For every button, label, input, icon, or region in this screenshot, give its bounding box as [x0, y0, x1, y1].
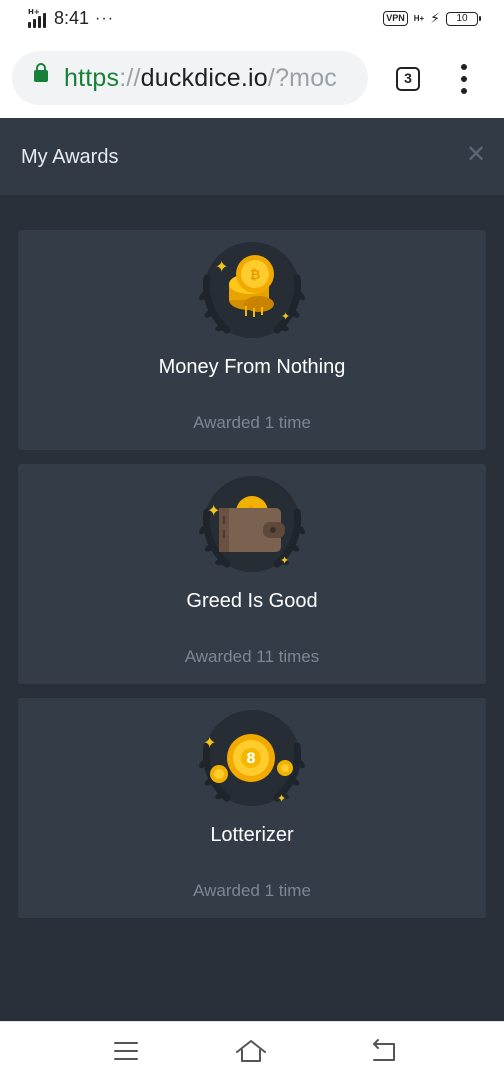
gold-coins-icon: ₿ ✦ ✦ [199, 242, 305, 338]
award-count: Awarded 1 time [193, 413, 311, 432]
svg-text:✦: ✦ [277, 792, 286, 805]
modal-header: My Awards ✕ [0, 118, 504, 195]
svg-text:✦: ✦ [203, 733, 216, 752]
award-count: Awarded 1 time [193, 881, 311, 900]
system-nav-bar [0, 1021, 504, 1080]
svg-text:✦: ✦ [280, 554, 289, 567]
battery-icon: 10 [446, 11, 481, 26]
svg-text:✦: ✦ [207, 501, 220, 520]
award-card: ₿ ✦ ✦ Money From Nothing Awarded 1 time [18, 230, 486, 450]
more-notifications-icon: ··· [95, 9, 115, 27]
svg-text:✦: ✦ [281, 310, 290, 323]
network-type-icon: H+ [413, 13, 425, 23]
bitcoin-wallet-icon: ₿ ✦ ✦ [199, 476, 305, 572]
close-icon[interactable]: ✕ [466, 143, 486, 167]
modal-title: My Awards [21, 146, 119, 168]
browser-toolbar: https://duckdice.io/?moc 3 [0, 40, 504, 118]
svg-text:✦: ✦ [215, 257, 228, 276]
clock: 8:41 [54, 8, 90, 28]
svg-text:₿: ₿ [250, 268, 261, 283]
overflow-menu-icon[interactable] [454, 64, 474, 94]
lock-icon [34, 63, 48, 82]
tab-switcher-button[interactable]: 3 [396, 67, 420, 91]
awards-modal: My Awards ✕ ₿ ✦ ✦ Money From Nothing Awa… [0, 118, 504, 1021]
menu-icon[interactable] [109, 1036, 143, 1066]
back-icon[interactable] [366, 1036, 400, 1066]
award-title: Money From Nothing [158, 356, 346, 378]
home-icon[interactable] [234, 1036, 268, 1066]
award-title: Greed Is Good [186, 590, 318, 612]
vpn-icon: VPN [383, 11, 408, 26]
svg-text:8: 8 [246, 751, 256, 767]
award-count: Awarded 11 times [184, 647, 320, 666]
signal-icon: H+ [28, 8, 48, 28]
url-text[interactable]: https://duckdice.io/?moc [64, 64, 337, 93]
status-bar: H+ 8:41 ··· VPN H+ ⚡ 10 [0, 0, 504, 40]
lottery-ball-icon: 8 ✦ ✦ [199, 710, 305, 806]
address-bar[interactable]: https://duckdice.io/?moc [12, 51, 368, 105]
award-title: Lotterizer [210, 824, 294, 846]
award-card: ₿ ✦ ✦ Greed Is Good Awarded 11 times [18, 464, 486, 684]
charging-icon: ⚡ [430, 10, 440, 26]
award-card: 8 ✦ ✦ Lotterizer Awarded 1 time [18, 698, 486, 918]
